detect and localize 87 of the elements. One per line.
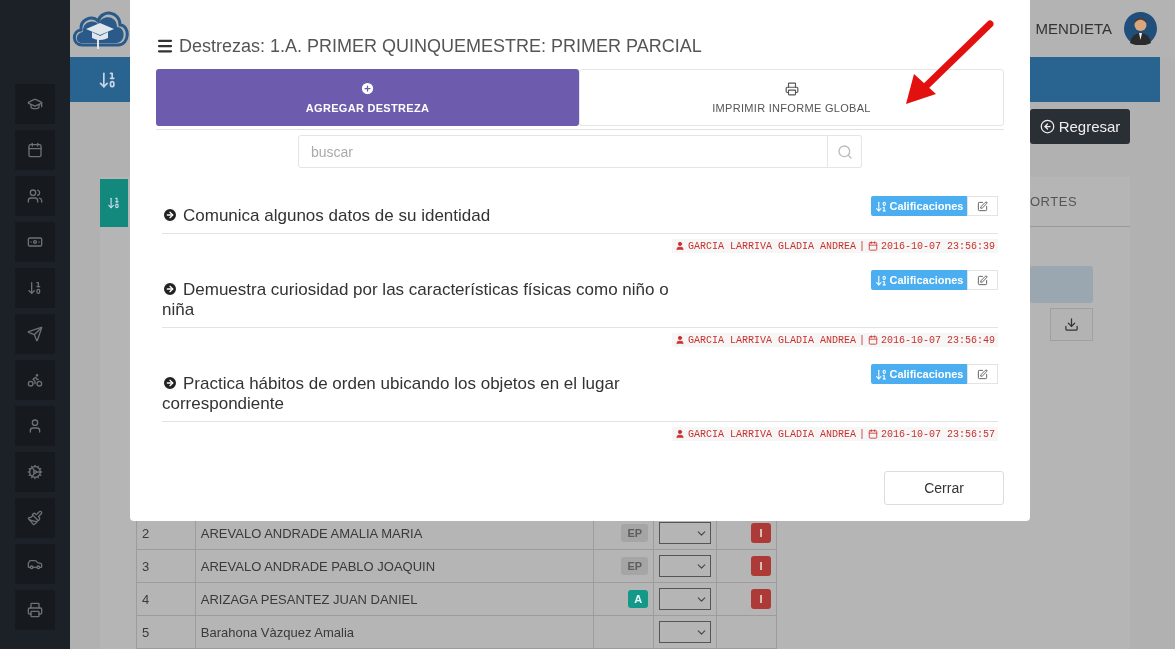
skill-text: Comunica algunos datos de su identidad [162, 196, 702, 226]
banknote-icon [27, 234, 43, 250]
printer-icon [27, 602, 43, 618]
grade-select[interactable] [659, 522, 712, 544]
timestamp: 2016-10-07 23:56:39 [880, 240, 995, 252]
search-field[interactable]: buscar [298, 135, 828, 168]
author-name: GARCIA LARRIVA GLADIA ANDREA [687, 428, 856, 440]
calendar-icon [867, 241, 878, 251]
bicycle-icon [27, 372, 43, 388]
avatar[interactable] [1124, 12, 1157, 46]
users-icon [27, 188, 43, 204]
user-icon [674, 429, 685, 439]
flag-button[interactable]: I [751, 556, 771, 576]
edit-icon [977, 368, 988, 380]
tab[interactable]: AGREGAR DESTREZA [156, 69, 579, 126]
calendar-icon [27, 142, 43, 158]
tab[interactable] [100, 179, 128, 227]
separator: | [858, 334, 865, 346]
table-cell: AREVALO ANDRADE PABLO JOAQUIN [195, 549, 594, 583]
tab[interactable]: ORTES [1030, 194, 1078, 209]
download-button[interactable] [1050, 308, 1093, 341]
skill-text: Demuestra curiosidad por las características físicas como niño o niña [162, 279, 670, 320]
sidebar-button[interactable] [15, 314, 55, 354]
user-icon [27, 418, 43, 434]
table-cell: ARIZAGA PESANTEZ JUAN DANIEL [195, 582, 594, 616]
separator: | [858, 428, 865, 440]
printer-icon [784, 81, 799, 96]
sort-icon [874, 199, 888, 213]
edit-button[interactable] [967, 270, 998, 290]
flag-button[interactable]: I [751, 589, 771, 609]
sidebar-button[interactable] [15, 84, 55, 124]
modal-title: Destrezas: 1.A. PRIMER QUINQUEMESTRE: PRIMER PARCIAL [179, 35, 702, 57]
calendar-icon [867, 335, 878, 345]
grade-badge: EP [621, 524, 649, 542]
sidebar-button[interactable] [15, 406, 55, 446]
grades-button[interactable]: Calificaciones [871, 270, 967, 290]
plus-icon [360, 81, 375, 96]
tab[interactable]: IMPRIMIR INFORME GLOBAL [579, 69, 1004, 126]
table-cell: 5 [136, 615, 196, 649]
sidebar-button[interactable] [15, 176, 55, 216]
search-icon [836, 143, 853, 160]
edit-icon [977, 200, 988, 212]
grade-select[interactable] [659, 555, 712, 577]
calendar-icon [867, 429, 878, 439]
sidebar-button[interactable] [15, 130, 55, 170]
back-button[interactable]: Regresar [1030, 109, 1130, 145]
table-cell: Barahona Vàzquez Amalia [195, 615, 594, 649]
paper-plane-icon [27, 326, 43, 342]
sidebar-button[interactable] [15, 590, 55, 630]
sidebar-button[interactable] [15, 222, 55, 262]
sidebar-button[interactable] [15, 498, 55, 538]
graduation-cap-icon [27, 96, 43, 112]
grade-select[interactable] [659, 588, 712, 610]
sort-icon [27, 280, 43, 296]
grades-button[interactable]: Calificaciones [871, 196, 967, 216]
edit-button[interactable] [967, 364, 998, 384]
info-box [1030, 266, 1093, 303]
skill-text: Practica hábitos de orden ubicando los objetos en el lugar correspondiente [162, 373, 621, 414]
sidebar-button[interactable] [15, 452, 55, 492]
sidebar-button[interactable] [15, 268, 55, 308]
sort-icon [107, 196, 121, 210]
grades-button[interactable]: Calificaciones [871, 364, 967, 384]
sidebar-button[interactable] [15, 360, 55, 400]
sidebar-button[interactable] [15, 544, 55, 584]
back-icon [1039, 119, 1055, 135]
timestamp: 2016-10-07 23:56:49 [880, 334, 995, 346]
sort-icon [874, 273, 888, 287]
timestamp: 2016-10-07 23:56:57 [880, 428, 995, 440]
grade-badge: A [628, 590, 649, 608]
grade-select[interactable] [659, 621, 712, 643]
edit-icon [977, 274, 988, 286]
table-cell: 3 [136, 549, 196, 583]
close-button[interactable]: Cerrar [884, 471, 1004, 505]
user-icon [674, 335, 685, 345]
edit-button[interactable] [967, 196, 998, 216]
author-name: GARCIA LARRIVA GLADIA ANDREA [687, 334, 856, 346]
brush-icon [27, 510, 43, 526]
author-name: GARCIA LARRIVA GLADIA ANDREA [687, 240, 856, 252]
sort-icon [874, 367, 888, 381]
table-cell: 4 [136, 582, 196, 616]
user-icon [674, 241, 685, 251]
user-name: MENDIETA [1035, 20, 1112, 38]
download-icon [1064, 317, 1079, 332]
menu-icon [156, 37, 174, 55]
grade-badge: EP [621, 557, 649, 575]
flag-button[interactable]: I [751, 523, 771, 543]
separator: | [858, 240, 865, 252]
